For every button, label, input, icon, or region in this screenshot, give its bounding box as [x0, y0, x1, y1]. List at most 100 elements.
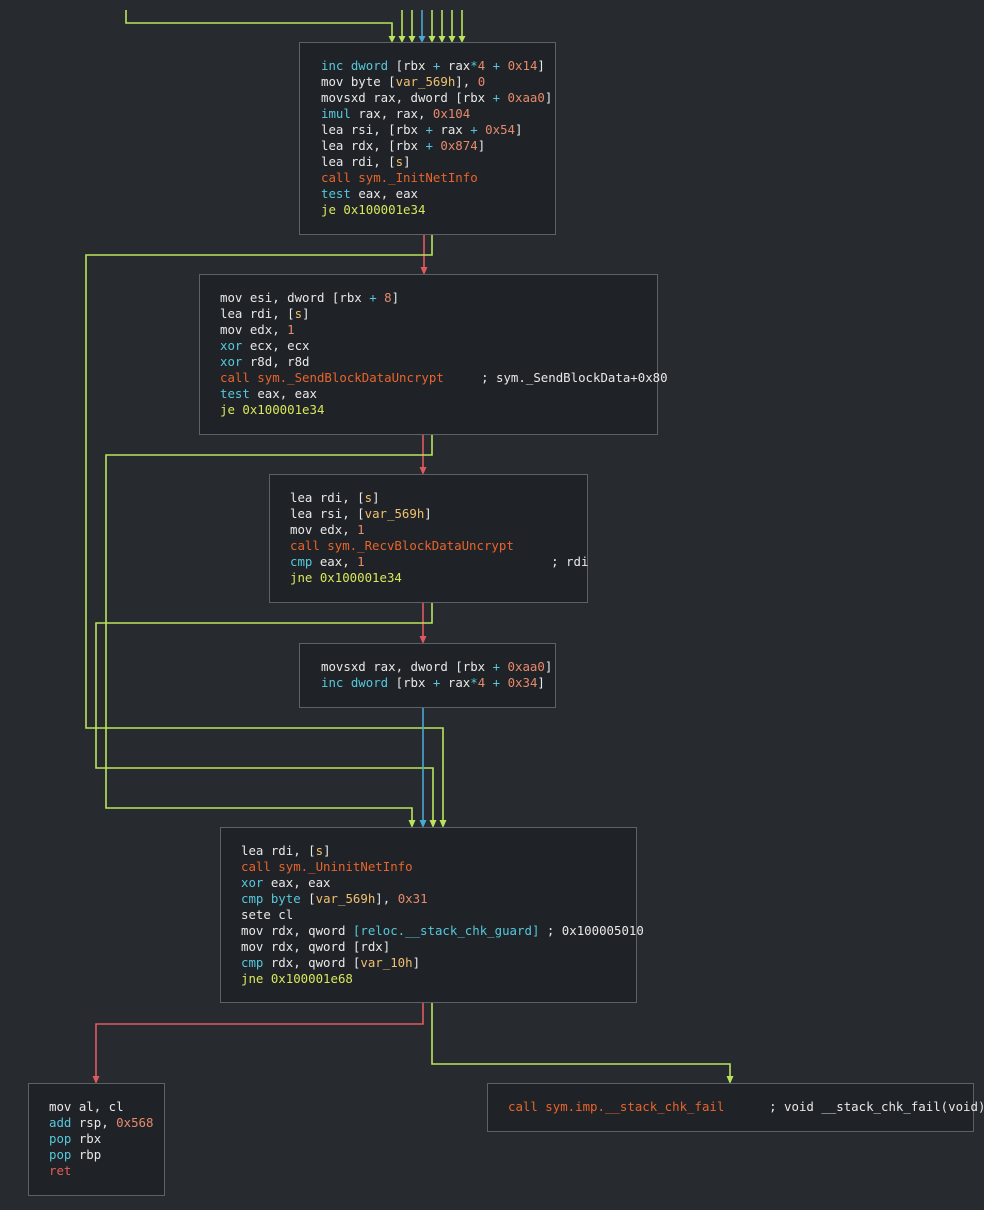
instruction-line[interactable]: mov al, cl	[49, 1099, 124, 1115]
instruction-line[interactable]: lea rdi, [s]	[321, 154, 411, 170]
instruction-token: rsp,	[78, 1115, 117, 1130]
instruction-line[interactable]: call sym._SendBlockDataUncrypt ; sym._Se…	[220, 370, 668, 386]
instruction-token: +	[361, 290, 385, 305]
basic-block-uninit-net-info[interactable]: lea rdi, [s] call sym._UninitNetInfo xor e…	[220, 827, 644, 1003]
instruction-line[interactable]: je 0x100001e34	[220, 402, 324, 418]
instruction-token: 0	[477, 74, 486, 89]
instruction-line[interactable]: xor ecx, ecx	[220, 338, 310, 354]
instruction-line[interactable]: pop rbx	[49, 1131, 101, 1147]
instruction-token: ],	[455, 74, 478, 89]
instruction-token: rax	[447, 675, 471, 690]
instruction-line[interactable]: pop rbp	[49, 1147, 101, 1163]
instruction-line[interactable]: lea rsi, [var_569h]	[290, 506, 432, 522]
instruction-token: rbx	[339, 290, 362, 305]
instruction-line[interactable]: imul rax, rax, 0x104	[321, 106, 470, 122]
instruction-line[interactable]: mov edx, 1	[290, 522, 365, 538]
instruction-token: rdx, qword	[270, 955, 353, 970]
basic-block-stack-chk-fail[interactable]: call sym.imp.__stack_chk_fail ; void __s…	[487, 1083, 984, 1132]
instruction-token: ],	[375, 891, 398, 906]
instruction-line[interactable]: je 0x100001e34	[321, 202, 425, 218]
instruction-token: mov al, cl	[49, 1099, 124, 1114]
instruction-token: s	[364, 490, 373, 505]
instruction-token: call sym._SendBlockDataUncrypt	[220, 370, 444, 385]
instruction-token: ecx, ecx	[249, 338, 310, 353]
basic-block-increment-counter[interactable]: movsxd rax, dword [rbx + 0xaa0] inc dword…	[299, 643, 556, 708]
instruction-token: [	[388, 138, 396, 153]
instruction-token: cmp byte	[241, 891, 309, 906]
instruction-token: ; sym._SendBlockData+0x80	[443, 370, 668, 385]
edge-uninit-to-ret	[95, 1003, 424, 1077]
instruction-line[interactable]: sete cl	[241, 907, 293, 923]
instruction-line[interactable]: inc dword [rbx + rax*4 + 0x14]	[321, 58, 545, 74]
instruction-token: ]	[412, 955, 421, 970]
instruction-token: +	[462, 122, 486, 137]
instruction-token: *	[470, 675, 478, 690]
instruction-token: rbx	[78, 1131, 102, 1146]
instruction-token: je 0x100001e34	[321, 202, 426, 217]
instruction-token: [	[395, 675, 404, 690]
instruction-line[interactable]: jne 0x100001e68	[241, 971, 353, 987]
instruction-token: +	[485, 659, 508, 674]
instruction-line[interactable]: call sym._RecvBlockDataUncrypt	[290, 538, 514, 554]
instruction-token: [	[395, 58, 404, 73]
instruction-token: rbx	[462, 90, 486, 105]
instruction-token: rbx	[462, 659, 486, 674]
instruction-line[interactable]: movsxd rax, dword [rbx + 0xaa0]	[321, 659, 552, 675]
instruction-line[interactable]: test eax, eax	[321, 186, 418, 202]
basic-block-recv-block-data[interactable]: lea rdi, [s] lea rsi, [var_569h] mov edx, …	[269, 474, 588, 603]
instruction-token: mov rdx, qword	[241, 939, 353, 954]
instruction-token: 1	[357, 554, 365, 569]
instruction-token: mov edx,	[290, 522, 358, 537]
instruction-line[interactable]: mov rdx, qword [reloc.__stack_chk_guard]…	[241, 923, 644, 939]
instruction-line[interactable]: lea rdi, [s]	[290, 490, 380, 506]
instruction-token: 8	[384, 290, 392, 305]
instruction-line[interactable]: cmp byte [var_569h], 0x31	[241, 891, 428, 907]
instruction-line[interactable]: mov esi, dword [rbx + 8]	[220, 290, 399, 306]
basic-block-send-block-data[interactable]: mov esi, dword [rbx + 8] lea rdi, [s] mov …	[199, 274, 668, 435]
instruction-token: ]	[544, 90, 553, 105]
basic-block-init-net-info[interactable]: inc dword [rbx + rax*4 + 0x14] mov byte […	[299, 42, 556, 235]
instruction-token: [	[287, 306, 295, 321]
instruction-token: [reloc.__stack_chk_guard]	[352, 923, 540, 938]
instruction-token: ]	[391, 290, 400, 305]
instruction-token: mov esi, dword	[220, 290, 332, 305]
instruction-token: lea rdi,	[321, 154, 389, 169]
instruction-token: 0x31	[397, 891, 428, 906]
instruction-line[interactable]: cmp rdx, qword [var_10h]	[241, 955, 420, 971]
instruction-line[interactable]: call sym._InitNetInfo	[321, 170, 478, 186]
instruction-line[interactable]: mov byte [var_569h], 0	[321, 74, 485, 90]
basic-block-return[interactable]: mov al, cl add rsp, 0x568 pop rbx pop rbp re…	[28, 1083, 165, 1196]
instruction-line[interactable]: inc dword [rbx + rax*4 + 0x34]	[321, 675, 545, 691]
instruction-token: jne 0x100001e68	[241, 971, 353, 986]
instruction-token: ret	[49, 1163, 72, 1178]
instruction-line[interactable]: lea rdx, [rbx + 0x874]	[321, 138, 485, 154]
instruction-token: s	[395, 154, 404, 169]
instruction-line[interactable]: add rsp, 0x568	[49, 1115, 153, 1131]
instruction-line[interactable]: cmp eax, 1 ; rdi	[290, 554, 588, 570]
instruction-token: mov byte	[321, 74, 389, 89]
instruction-token: ]	[537, 675, 545, 690]
instruction-line[interactable]: lea rsi, [rbx + rax + 0x54]	[321, 122, 522, 138]
instruction-line[interactable]: xor r8d, r8d	[220, 354, 310, 370]
instruction-token: rax, rax,	[358, 106, 433, 121]
instruction-line[interactable]: lea rdi, [s]	[220, 306, 310, 322]
instruction-token: +	[485, 90, 508, 105]
instruction-line[interactable]: call sym.imp.__stack_chk_fail ; void __s…	[508, 1099, 984, 1115]
instruction-token: ]	[372, 490, 380, 505]
instruction-line[interactable]: movsxd rax, dword [rbx + 0xaa0]	[321, 90, 552, 106]
instruction-line[interactable]: xor eax, eax	[241, 875, 331, 891]
instruction-token: call sym._RecvBlockDataUncrypt	[290, 538, 514, 553]
instruction-token: 0x874	[440, 138, 478, 153]
instruction-token: +	[418, 122, 441, 137]
instruction-token: 1	[357, 522, 365, 537]
instruction-token: cmp	[241, 955, 271, 970]
instruction-line[interactable]: test eax, eax	[220, 386, 317, 402]
instruction-line[interactable]: mov edx, 1	[220, 322, 295, 338]
instruction-line[interactable]: jne 0x100001e34	[290, 570, 402, 586]
instruction-line[interactable]: lea rdi, [s]	[241, 843, 331, 859]
instruction-token: lea rdi,	[290, 490, 358, 505]
instruction-line[interactable]: call sym._UninitNetInfo	[241, 859, 413, 875]
instruction-token: movsxd rax, dword	[321, 90, 456, 105]
instruction-line[interactable]: mov rdx, qword [rdx]	[241, 939, 390, 955]
instruction-line[interactable]: ret	[49, 1163, 71, 1179]
